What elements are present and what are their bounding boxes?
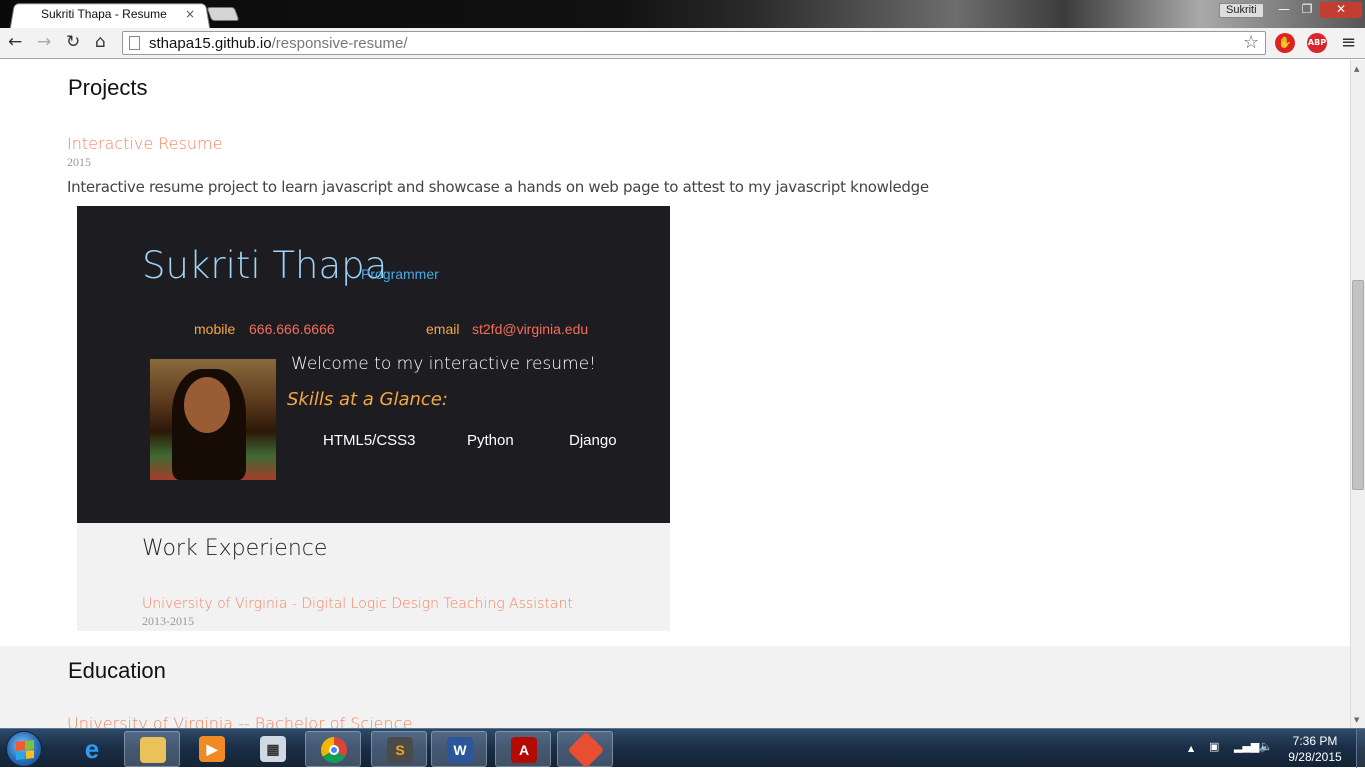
tray-expand-icon[interactable]: ▲ bbox=[1188, 744, 1194, 753]
profile-photo bbox=[150, 359, 276, 480]
education-section: Education University of Virginia -- Bach… bbox=[0, 646, 1350, 728]
folder-icon bbox=[140, 737, 166, 763]
taskbar-chrome[interactable] bbox=[305, 731, 361, 767]
minimize-button[interactable]: — bbox=[1272, 2, 1296, 18]
skill-item: Django bbox=[569, 432, 617, 449]
show-desktop-button[interactable] bbox=[1356, 729, 1365, 768]
taskbar-explorer[interactable] bbox=[124, 731, 180, 767]
device-icon[interactable]: ▣ bbox=[1209, 740, 1219, 753]
calculator-icon: ▦ bbox=[260, 736, 286, 762]
education-link[interactable]: University of Virginia -- Bachelor of Sc… bbox=[67, 714, 412, 728]
work-experience-date: 2013-2015 bbox=[142, 614, 194, 628]
pdf-icon: A bbox=[511, 737, 537, 763]
home-icon[interactable]: ⌂ bbox=[95, 32, 106, 52]
work-experience-heading: Work Experience bbox=[142, 536, 328, 561]
project-screenshot: Sukriti Thapa Programmer mobile 666.666.… bbox=[77, 206, 670, 631]
windows-taskbar: e ▶ ▦ S W A ▲ ▣ ▂▄▆ 🔈 7:36 PM 9/28/2015 bbox=[0, 728, 1365, 768]
work-experience-link: University of Virginia - Digital Logic D… bbox=[142, 596, 573, 612]
chrome-icon bbox=[321, 737, 347, 763]
taskbar-calculator[interactable]: ▦ bbox=[245, 731, 301, 767]
internet-explorer-icon: e bbox=[84, 734, 100, 764]
taskbar-ie[interactable]: e bbox=[64, 731, 120, 767]
system-clock[interactable]: 7:36 PM 9/28/2015 bbox=[1285, 733, 1345, 765]
media-player-icon: ▶ bbox=[199, 736, 225, 762]
browser-toolbar: ← → ↻ ⌂ sthapa15.github.io/responsive-re… bbox=[0, 28, 1365, 59]
taskbar-media-player[interactable]: ▶ bbox=[184, 731, 240, 767]
profile-button[interactable]: Sukriti bbox=[1219, 3, 1264, 18]
volume-icon[interactable]: 🔈 bbox=[1259, 740, 1273, 753]
scroll-down-icon[interactable]: ▼ bbox=[1354, 716, 1359, 724]
mobile-value: 666.666.6666 bbox=[249, 321, 335, 337]
window-title-bar: Sukriti Thapa - Resume × Sukriti — ❐ ✕ bbox=[0, 0, 1365, 29]
sublime-text-icon: S bbox=[387, 737, 413, 763]
project-title-link[interactable]: Interactive Resume bbox=[67, 134, 222, 153]
clock-time: 7:36 PM bbox=[1292, 734, 1338, 748]
mobile-label: mobile bbox=[194, 321, 236, 337]
projects-heading: Projects bbox=[68, 75, 148, 100]
git-icon bbox=[567, 731, 605, 768]
preview-name: Sukriti Thapa bbox=[142, 244, 388, 287]
skill-item: HTML5/CSS3 bbox=[323, 432, 416, 449]
address-bar[interactable]: sthapa15.github.io/responsive-resume/ ☆ bbox=[122, 31, 1266, 55]
welcome-text: Welcome to my interactive resume! bbox=[291, 354, 596, 374]
forward-icon[interactable]: → bbox=[37, 32, 51, 52]
preview-header: Sukriti Thapa Programmer mobile 666.666.… bbox=[77, 206, 670, 523]
menu-icon[interactable]: ≡ bbox=[1341, 32, 1356, 53]
preview-role: Programmer bbox=[361, 266, 439, 282]
stop-extension-icon[interactable]: ✋ bbox=[1275, 33, 1295, 53]
skills-title: Skills at a Glance: bbox=[287, 389, 448, 410]
page-content: Projects Interactive Resume 2015 Interac… bbox=[0, 60, 1350, 728]
email-label: email bbox=[426, 321, 460, 337]
taskbar-git[interactable] bbox=[557, 731, 613, 768]
reload-icon[interactable]: ↻ bbox=[66, 32, 80, 52]
scrollbar-thumb[interactable] bbox=[1352, 280, 1364, 490]
word-icon: W bbox=[447, 737, 473, 763]
tab-title: Sukriti Thapa - Resume bbox=[41, 7, 167, 21]
taskbar-word[interactable]: W bbox=[431, 731, 487, 767]
back-icon[interactable]: ← bbox=[8, 32, 22, 52]
url-text[interactable]: sthapa15.github.io/responsive-resume/ bbox=[149, 35, 408, 52]
education-heading: Education bbox=[68, 658, 166, 683]
scroll-up-icon[interactable]: ▲ bbox=[1354, 65, 1359, 73]
adblock-icon[interactable]: ABP bbox=[1307, 33, 1327, 53]
tab-close-icon[interactable]: × bbox=[185, 7, 195, 21]
skill-item: Python bbox=[467, 432, 514, 449]
url-domain: sthapa15.github.io bbox=[149, 35, 272, 52]
clock-date: 9/28/2015 bbox=[1288, 750, 1342, 764]
photo-face bbox=[184, 377, 230, 433]
bookmark-star-icon[interactable]: ☆ bbox=[1243, 32, 1259, 53]
project-description: Interactive resume project to learn java… bbox=[67, 178, 929, 196]
taskbar-acrobat[interactable]: A bbox=[495, 731, 551, 767]
close-window-button[interactable]: ✕ bbox=[1320, 2, 1362, 18]
url-path: /responsive-resume/ bbox=[271, 35, 408, 52]
network-signal-icon[interactable]: ▂▄▆ bbox=[1234, 740, 1259, 753]
vertical-scrollbar[interactable]: ▲ ▼ bbox=[1350, 60, 1365, 728]
maximize-button[interactable]: ❐ bbox=[1296, 2, 1318, 18]
email-value: st2fd@virginia.edu bbox=[472, 321, 589, 337]
project-date: 2015 bbox=[67, 155, 91, 169]
start-button[interactable] bbox=[6, 731, 42, 767]
new-tab-button[interactable] bbox=[206, 7, 240, 21]
taskbar-sublime[interactable]: S bbox=[371, 731, 427, 767]
page-icon bbox=[129, 36, 140, 50]
windows-logo-icon bbox=[16, 740, 34, 760]
